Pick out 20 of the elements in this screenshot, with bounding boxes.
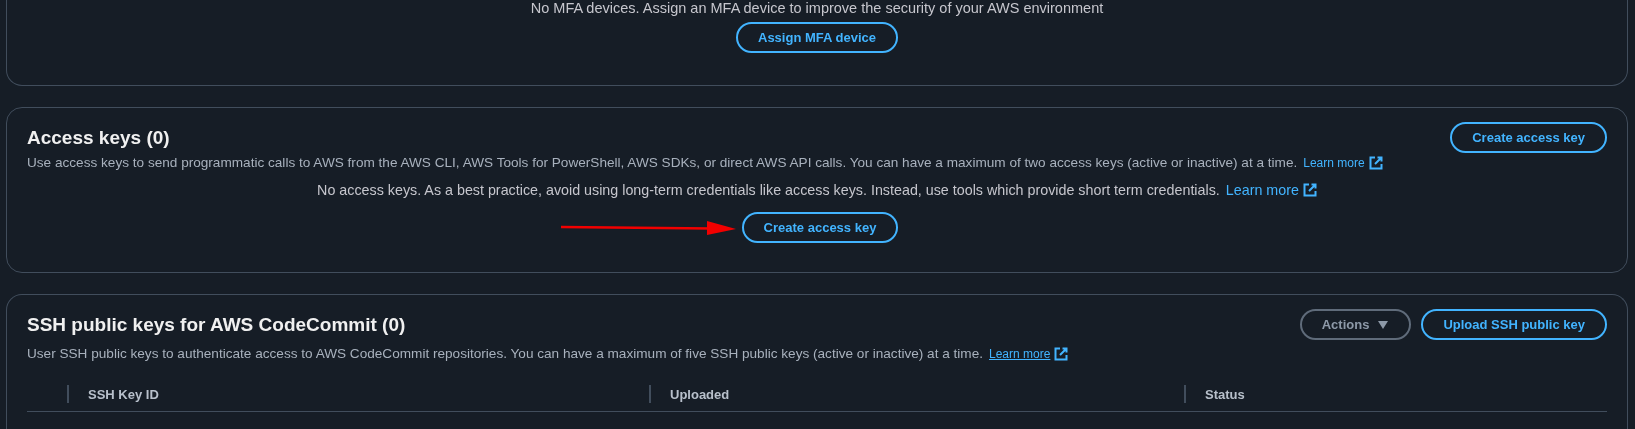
create-access-key-button[interactable]: Create access key [741, 212, 899, 243]
caret-icon [1377, 319, 1390, 330]
column-header[interactable]: SSH Key ID [88, 386, 159, 402]
learn-more-link[interactable]: Learn more [989, 346, 1051, 361]
external-link-icon [1368, 155, 1383, 170]
external-link-icon [1302, 183, 1317, 197]
column-header[interactable]: Status [1205, 386, 1245, 402]
create-access-key-button[interactable]: Create access key [1450, 122, 1607, 153]
column-header[interactable]: Uploaded [670, 386, 730, 402]
empty-message: No access keys. As a best practice, avoid using long-term credentials like access keys. Instead, use tools which provide short term credentials. [317, 182, 1220, 198]
learn-more-link[interactable]: Learn more [1225, 182, 1299, 198]
learn-more-link[interactable]: Learn more [1303, 155, 1365, 170]
upload-ssh-key-button[interactable]: Upload SSH public key [1421, 309, 1607, 340]
external-link-icon [1054, 346, 1069, 361]
empty-message: No MFA devices. Assign an MFA device to improve the security of your AWS environment [530, 0, 1104, 16]
section-title: Access keys (0) [27, 126, 170, 149]
description: Use access keys to send programmatic calls to AWS from the AWS CLI, AWS Tools for PowerShell, AWS SDKs, or direct AWS API calls. You can have a maximum of two access keys (active or inactive) at a time. [27, 155, 1298, 170]
assign-mfa-button[interactable]: Assign MFA device [736, 22, 898, 53]
description: User SSH public keys to authenticate access to AWS CodeCommit repositories. You can have a maximum of five SSH public keys (active or inactive) at a time. [27, 346, 983, 361]
section-title: SSH public keys for AWS CodeCommit (0) [27, 313, 406, 336]
